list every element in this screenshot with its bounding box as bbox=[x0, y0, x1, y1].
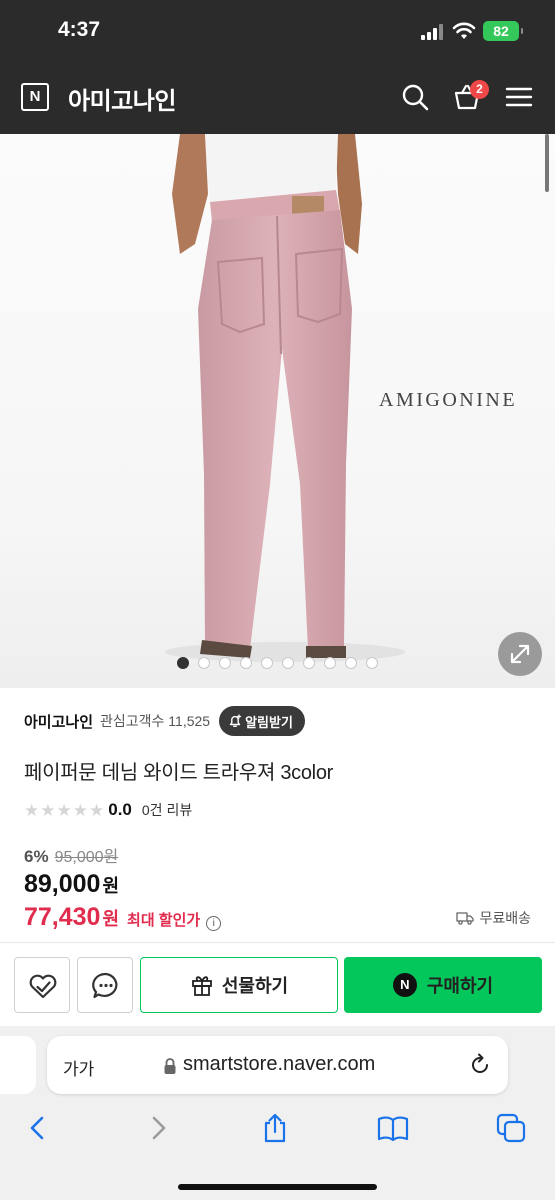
carousel-dot[interactable] bbox=[345, 657, 357, 669]
carousel-dot[interactable] bbox=[240, 657, 252, 669]
status-bar: 4:37 82 bbox=[0, 0, 555, 62]
carousel-dot[interactable] bbox=[324, 657, 336, 669]
review-count[interactable]: 0건 리뷰 bbox=[142, 800, 192, 820]
heart-check-icon bbox=[29, 974, 57, 999]
max-discount-label: 최대 할인가 bbox=[127, 912, 201, 929]
expand-icon bbox=[510, 644, 530, 664]
star-icon: ★ bbox=[56, 800, 72, 820]
scroll-indicator bbox=[545, 134, 549, 192]
carousel-dot[interactable] bbox=[219, 657, 231, 669]
naver-logo[interactable]: N bbox=[21, 83, 49, 111]
carousel-dot[interactable] bbox=[282, 657, 294, 669]
buy-button[interactable]: N 구매하기 bbox=[344, 957, 542, 1013]
app-header: N 아미고나인 2 bbox=[0, 62, 555, 134]
battery-icon: 82 bbox=[483, 21, 523, 41]
alarm-button-label: 알림받기 bbox=[245, 714, 293, 730]
max-discount-unit: 원 bbox=[102, 909, 120, 929]
carousel-dot[interactable] bbox=[303, 657, 315, 669]
menu-icon[interactable] bbox=[504, 82, 534, 112]
gift-button-label: 선물하기 bbox=[221, 976, 289, 996]
rating-stars: ★ ★ ★ ★ ★ bbox=[24, 802, 104, 819]
reload-icon[interactable] bbox=[467, 1052, 493, 1078]
price-row: 89,000 원 bbox=[24, 870, 119, 899]
truck-icon bbox=[456, 912, 475, 925]
cart-count-badge: 2 bbox=[470, 80, 489, 99]
original-price: 95,000원 bbox=[54, 849, 119, 866]
info-icon[interactable]: i bbox=[206, 916, 222, 931]
search-icon[interactable] bbox=[400, 82, 430, 112]
wifi-icon bbox=[452, 22, 476, 39]
gift-button[interactable]: 선물하기 bbox=[140, 957, 338, 1013]
previous-tab-preview[interactable] bbox=[0, 1036, 36, 1094]
forward-icon[interactable] bbox=[142, 1112, 174, 1144]
bell-plus-icon bbox=[229, 714, 242, 727]
max-discount-price: 77,430 bbox=[24, 903, 101, 931]
purchase-action-bar: 선물하기 N 구매하기 bbox=[0, 942, 555, 1026]
tabs-icon[interactable] bbox=[495, 1112, 527, 1144]
carousel-dot[interactable] bbox=[366, 657, 378, 669]
buy-button-label: 구매하기 bbox=[426, 976, 494, 996]
carousel-dots[interactable] bbox=[177, 657, 378, 669]
sale-price: 89,000 bbox=[24, 870, 101, 898]
naver-pay-icon: N bbox=[392, 973, 417, 997]
shipping-label: 무료배송 bbox=[479, 910, 531, 926]
discount-rate: 6% bbox=[24, 847, 49, 866]
star-icon: ★ bbox=[40, 800, 56, 820]
star-icon: ★ bbox=[24, 800, 40, 820]
rating-value: 0.0 bbox=[108, 800, 132, 819]
star-icon: ★ bbox=[72, 800, 88, 820]
address-bar[interactable]: 가가 smartstore.naver.com bbox=[47, 1036, 508, 1094]
carousel-dot[interactable] bbox=[261, 657, 273, 669]
product-image[interactable]: AMIGONINE bbox=[0, 134, 555, 688]
status-time: 4:37 bbox=[58, 18, 101, 41]
url-text[interactable]: smartstore.naver.com bbox=[183, 1053, 375, 1076]
shipping-info: 무료배송 bbox=[456, 908, 531, 928]
carousel-dot[interactable] bbox=[198, 657, 210, 669]
lock-icon bbox=[164, 1058, 176, 1074]
back-icon[interactable] bbox=[22, 1112, 54, 1144]
product-title: 페이퍼문 데님 와이드 트라우져 3color bbox=[24, 762, 333, 784]
home-indicator bbox=[178, 1184, 377, 1190]
bookmarks-icon[interactable] bbox=[377, 1112, 409, 1144]
brand-watermark: AMIGONINE bbox=[379, 389, 518, 411]
browser-chrome: 가가 smartstore.naver.com bbox=[0, 1026, 555, 1200]
rating-row[interactable]: ★ ★ ★ ★ ★ 0.0 0건 리뷰 bbox=[24, 799, 192, 821]
max-discount-row[interactable]: 77,430 원 최대 할인가 i bbox=[24, 903, 222, 932]
expand-image-button[interactable] bbox=[498, 632, 542, 676]
page-settings-button[interactable]: 가가 bbox=[63, 1055, 94, 1080]
seller-name[interactable]: 아미고나인 bbox=[24, 711, 93, 732]
alarm-button[interactable]: 알림받기 bbox=[219, 706, 305, 736]
seller-row: 아미고나인 관심고객수 11,525 알림받기 bbox=[24, 706, 305, 736]
share-icon[interactable] bbox=[259, 1112, 291, 1144]
store-name[interactable]: 아미고나인 bbox=[68, 81, 176, 116]
signal-icon bbox=[421, 24, 445, 40]
sale-price-unit: 원 bbox=[102, 876, 120, 896]
chat-icon bbox=[92, 972, 118, 999]
gift-icon bbox=[191, 976, 212, 996]
wishlist-button[interactable] bbox=[14, 957, 70, 1013]
discount-row: 6% 95,000원 bbox=[24, 843, 118, 867]
carousel-dot[interactable] bbox=[177, 657, 189, 669]
talk-button[interactable] bbox=[77, 957, 133, 1013]
follower-count: 관심고객수 11,525 bbox=[100, 713, 211, 729]
star-icon: ★ bbox=[89, 800, 105, 820]
